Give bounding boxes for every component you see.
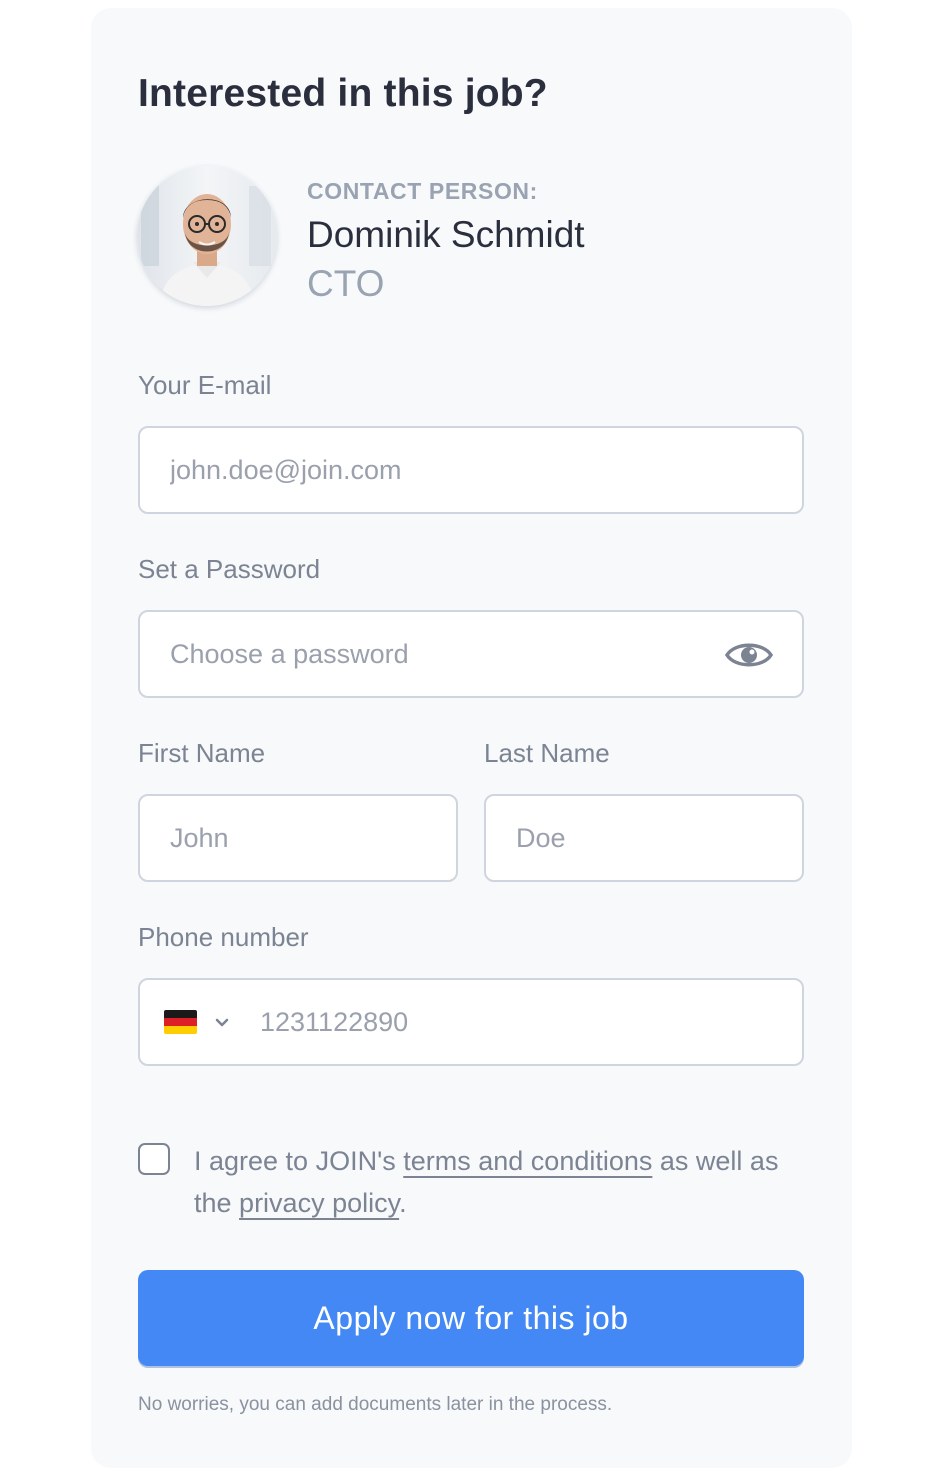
agree-text-after: . [399,1188,407,1218]
footnote: No worries, you can add documents later … [138,1394,613,1415]
apply-button[interactable]: Apply now for this job [138,1270,804,1366]
password-field[interactable] [138,610,804,698]
chevron-down-icon [214,1016,230,1028]
contact-avatar [137,166,277,306]
last-name-field[interactable] [484,794,804,882]
country-select[interactable] [164,1008,236,1038]
phone-label: Phone number [138,922,309,952]
terms-link[interactable]: terms and conditions [403,1146,652,1176]
email-label: Your E-mail [138,370,272,400]
eye-icon[interactable] [724,636,774,674]
password-input[interactable] [170,612,690,696]
contact-person-label: CONTACT PERSON: [307,178,538,204]
email-input[interactable] [170,428,770,512]
contact-role: CTO [307,263,385,304]
last-name-label: Last Name [484,738,610,768]
agree-checkbox[interactable] [138,1143,170,1175]
last-name-input[interactable] [516,796,776,880]
first-name-field[interactable] [138,794,458,882]
form-heading: Interested in this job? [138,72,548,115]
password-label: Set a Password [138,554,321,584]
phone-field[interactable] [138,978,804,1066]
first-name-input[interactable] [170,796,430,880]
germany-flag-icon [164,1010,197,1034]
contact-name: Dominik Schmidt [307,214,585,255]
agree-text: I agree to JOIN's terms and conditions a… [194,1140,794,1224]
privacy-link[interactable]: privacy policy [239,1188,399,1218]
agree-text-before: I agree to JOIN's [194,1146,404,1176]
phone-input[interactable] [260,980,780,1064]
first-name-label: First Name [138,738,266,768]
email-field[interactable] [138,426,804,514]
